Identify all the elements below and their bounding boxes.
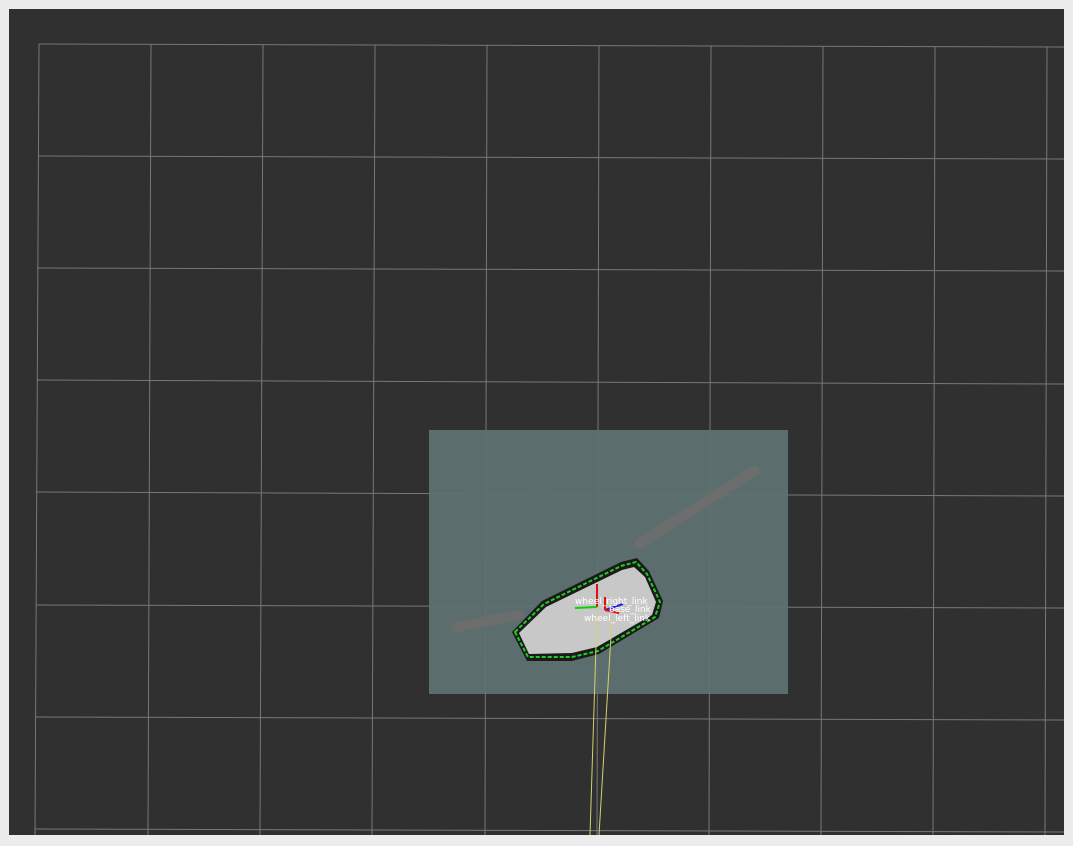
grid-line bbox=[34, 43, 40, 835]
scene-canvas[interactable]: wheel_right_link base_link wheel_left_li… bbox=[9, 9, 1064, 835]
grid-line bbox=[37, 155, 1064, 160]
grid-line bbox=[932, 46, 936, 835]
grid-line bbox=[1044, 46, 1048, 835]
grid-line bbox=[38, 43, 1064, 48]
grid-line bbox=[820, 45, 824, 835]
grid-line bbox=[259, 44, 264, 835]
frame-label-wheel-left: wheel_left_link bbox=[584, 614, 651, 624]
grid-line bbox=[371, 44, 376, 835]
local-costmap bbox=[429, 430, 788, 694]
grid-line bbox=[34, 828, 1064, 833]
y-axis bbox=[574, 606, 598, 609]
grid-line bbox=[147, 43, 152, 835]
grid-line bbox=[34, 716, 1064, 721]
grid-line bbox=[36, 379, 1064, 385]
rviz-3d-viewport[interactable]: wheel_right_link base_link wheel_left_li… bbox=[9, 9, 1064, 835]
grid-line bbox=[36, 267, 1064, 272]
